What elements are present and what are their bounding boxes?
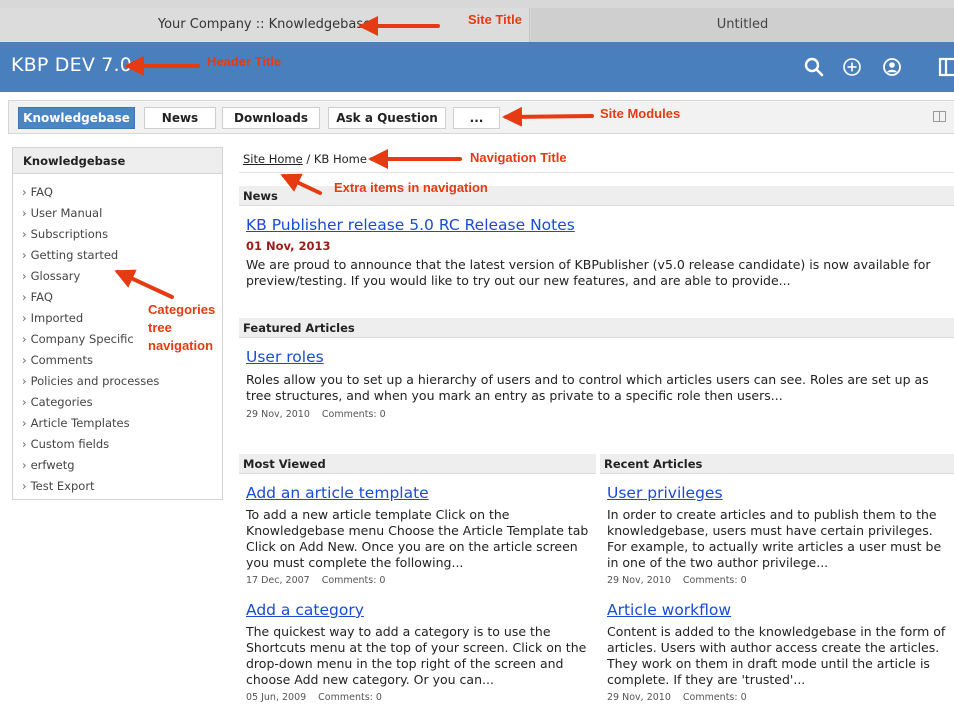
most-viewed-article-meta: 17 Dec, 2007 Comments: 0	[246, 575, 397, 586]
breadcrumb: Site Home / KB Home	[243, 152, 367, 166]
most-viewed-article-title[interactable]: Add a category	[246, 601, 364, 619]
sidebar-category-label: Article Templates	[30, 416, 130, 430]
sidebar-category-item[interactable]: › Test Export	[13, 476, 222, 497]
recent-article-meta: 29 Nov, 2010 Comments: 0	[607, 692, 759, 703]
recent-article-title[interactable]: User privileges	[607, 484, 723, 502]
chevron-right-icon: ›	[22, 353, 27, 367]
breadcrumb-current: KB Home	[313, 152, 367, 166]
sidebar-category-label: Test Export	[30, 479, 95, 493]
categories-sidebar: Knowledgebase › FAQ › User Manual › Subscript…	[12, 147, 223, 500]
sidebar-category-label: Company Specific	[30, 332, 134, 346]
recent-article-title[interactable]: Article workflow	[607, 601, 731, 619]
news-article-title[interactable]: KB Publisher release 5.0 RC Release Note…	[246, 216, 575, 234]
most-viewed-article-excerpt: The quickest way to add a category is to…	[246, 624, 587, 687]
annotation-extra-items: Extra items in navigation	[334, 180, 488, 195]
annotation-categories-navigation: navigation	[148, 338, 214, 353]
news-article-date: 01 Nov, 2013	[246, 239, 331, 253]
chevron-right-icon: ›	[22, 416, 27, 430]
sidebar-category-item[interactable]: › Comments	[13, 350, 222, 371]
featured-article-title[interactable]: User roles	[246, 348, 324, 366]
article-date: 29 Nov, 2010	[607, 575, 671, 586]
recent-article-excerpt: In order to create articles and to publi…	[607, 507, 942, 570]
header-title[interactable]: KBP DEV 7.0	[11, 54, 132, 76]
news-article-excerpt: We are proud to announce that the latest…	[246, 257, 931, 288]
chevron-right-icon: ›	[22, 206, 27, 220]
module-news[interactable]: News	[144, 107, 216, 129]
most-viewed-heading: Most Viewed	[239, 454, 596, 474]
article-comments[interactable]: Comments: 0	[683, 575, 747, 586]
sidebar-category-item[interactable]: › Subscriptions	[13, 224, 222, 245]
recent-articles-heading: Recent Articles	[600, 454, 954, 474]
annotation-header-title: Header Title	[207, 54, 282, 69]
article-comments[interactable]: Comments: 0	[318, 692, 382, 703]
chevron-right-icon: ›	[22, 227, 27, 241]
chevron-right-icon: ›	[22, 458, 27, 472]
category-tree: › FAQ › User Manual › Subscriptions › Getting s…	[13, 174, 222, 497]
chevron-right-icon: ›	[22, 437, 27, 451]
sidebar-category-label: Getting started	[30, 248, 119, 262]
module-knowledgebase[interactable]: Knowledgebase	[18, 107, 135, 129]
breadcrumb-home-link[interactable]: Site Home	[243, 152, 303, 166]
sidebar-category-item[interactable]: › Policies and processes	[13, 371, 222, 392]
sidebar-category-label: FAQ	[30, 185, 53, 199]
breadcrumb-separator: /	[306, 152, 311, 166]
sidebar-category-label: Custom fields	[30, 437, 110, 451]
recent-article-meta: 29 Nov, 2010 Comments: 0	[607, 575, 759, 586]
article-comments[interactable]: Comments: 0	[322, 409, 386, 420]
recent-article-excerpt: Content is added to the knowledgebase in…	[607, 624, 946, 687]
chevron-right-icon: ›	[22, 185, 27, 199]
annotation-categories-tree: tree	[148, 320, 172, 335]
sidebar-category-label: Subscriptions	[30, 227, 109, 241]
article-date: 29 Nov, 2010	[246, 409, 310, 420]
chevron-right-icon: ›	[22, 332, 27, 346]
chevron-right-icon: ›	[22, 479, 27, 493]
most-viewed-article-excerpt: To add a new article template Click on t…	[246, 507, 589, 570]
chevron-right-icon: ›	[22, 248, 27, 262]
annotation-categories: Categories	[148, 302, 216, 317]
featured-article-excerpt: Roles allow you to set up a hierarchy of…	[246, 372, 929, 403]
sidebar-title: Knowledgebase	[13, 148, 222, 174]
sidebar-category-label: Policies and processes	[30, 374, 160, 388]
article-date: 29 Nov, 2010	[607, 692, 671, 703]
article-comments[interactable]: Comments: 0	[322, 575, 386, 586]
main-content: Site Home / KB Home News KB Publisher re…	[239, 0, 954, 704]
featured-heading: Featured Articles	[239, 318, 954, 338]
annotation-site-title: Site Title	[468, 12, 522, 27]
sidebar-category-item[interactable]: › FAQ	[13, 182, 222, 203]
chevron-right-icon: ›	[22, 311, 27, 325]
featured-article-meta: 29 Nov, 2010 Comments: 0	[246, 409, 398, 420]
sidebar-category-label: Comments	[30, 353, 93, 367]
breadcrumb-divider	[239, 172, 954, 173]
sidebar-category-label: User Manual	[30, 206, 103, 220]
sidebar-category-item[interactable]: › Glossary	[13, 266, 222, 287]
article-comments[interactable]: Comments: 0	[683, 692, 747, 703]
sidebar-category-label: Glossary	[30, 269, 81, 283]
sidebar-category-item[interactable]: › Getting started	[13, 245, 222, 266]
sidebar-category-label: FAQ	[30, 290, 53, 304]
sidebar-category-item[interactable]: › Article Templates	[13, 413, 222, 434]
sidebar-category-item[interactable]: › Categories	[13, 392, 222, 413]
article-date: 17 Dec, 2007	[246, 575, 310, 586]
most-viewed-article-meta: 05 Jun, 2009 Comments: 0	[246, 692, 394, 703]
sidebar-category-item[interactable]: › erfwetg	[13, 455, 222, 476]
article-date: 05 Jun, 2009	[246, 692, 307, 703]
chevron-right-icon: ›	[22, 269, 27, 283]
most-viewed-article-title[interactable]: Add an article template	[246, 484, 429, 502]
annotation-site-modules: Site Modules	[600, 106, 681, 121]
sidebar-category-item[interactable]: › Custom fields	[13, 434, 222, 455]
sidebar-category-label: Imported	[30, 311, 84, 325]
chevron-right-icon: ›	[22, 290, 27, 304]
chevron-right-icon: ›	[22, 374, 27, 388]
annotation-navigation-title: Navigation Title	[470, 150, 567, 165]
sidebar-category-label: erfwetg	[30, 458, 75, 472]
chevron-right-icon: ›	[22, 395, 27, 409]
sidebar-category-item[interactable]: › User Manual	[13, 203, 222, 224]
sidebar-category-label: Categories	[30, 395, 93, 409]
